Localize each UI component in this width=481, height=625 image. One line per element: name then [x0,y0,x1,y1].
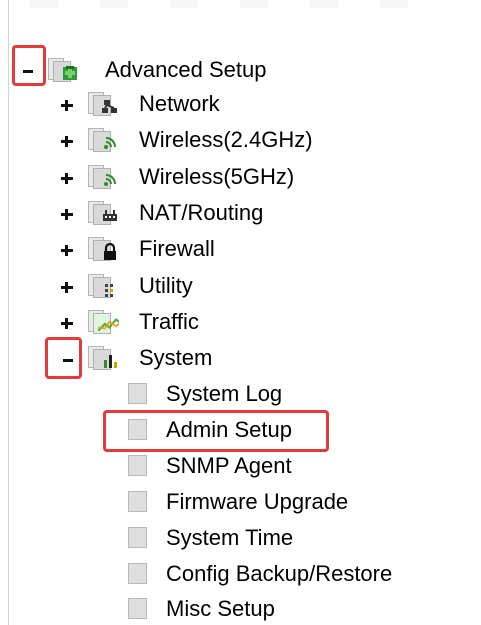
traffic-label: Traffic [139,309,199,334]
firewall-label: Firewall [139,236,215,261]
system-log-label: System Log [166,381,283,406]
expand-toggle-icon[interactable] [58,96,76,114]
snmp-agent-label: SNMP Agent [166,453,292,478]
tree-subitem-admin-setup[interactable]: Admin Setup [0,415,330,445]
folder-utility-icon [88,274,120,298]
expand-toggle-icon[interactable] [58,314,76,332]
tree-item-network[interactable]: Network [0,89,300,119]
folder-bar-chart-icon [88,346,120,370]
tree-item-wireless-5ghz[interactable]: Wireless(5GHz) [0,162,330,192]
tree-subitem-system-log[interactable]: System Log [0,379,320,409]
tree-subitem-firmware-upgrade[interactable]: Firmware Upgrade [0,487,390,517]
expand-toggle-icon[interactable] [58,278,76,296]
expand-toggle-icon[interactable] [58,205,76,223]
tree-root-advanced-setup[interactable]: Advanced Setup [0,55,330,85]
tree-item-nat-routing[interactable]: NAT/Routing [0,198,310,228]
utility-label: Utility [139,273,193,298]
expand-toggle-icon[interactable] [58,132,76,150]
wireless-24ghz-label: Wireless(2.4GHz) [139,127,313,152]
collapse-toggle-icon[interactable] [18,61,36,79]
page-icon [128,491,147,512]
page-icon [128,598,147,619]
wireless-5ghz-label: Wireless(5GHz) [139,164,295,189]
tree-item-traffic[interactable]: Traffic [0,307,290,337]
tree-subitem-config-backup-restore[interactable]: Config Backup/Restore [0,559,450,589]
expand-toggle-icon[interactable] [58,169,76,187]
tree-item-wireless-24ghz[interactable]: Wireless(2.4GHz) [0,125,340,155]
page-icon [128,563,147,584]
nat-routing-label: NAT/Routing [139,200,264,225]
tree-subitem-misc-setup[interactable]: Misc Setup [0,594,320,624]
expand-toggle-icon[interactable] [58,241,76,259]
admin-setup-label: Admin Setup [166,417,292,442]
folder-lock-icon [88,237,120,261]
system-label: System [139,345,213,370]
page-icon [128,383,147,404]
page-icon [128,455,147,476]
firmware-upgrade-label: Firmware Upgrade [166,489,349,514]
folder-router-icon [88,201,120,225]
config-backup-restore-label: Config Backup/Restore [166,561,393,586]
page-icon [128,527,147,548]
tree-item-system[interactable]: System [0,343,290,373]
top-faded-content [30,0,430,8]
network-label: Network [139,91,220,116]
folder-network-plus-icon [48,58,80,82]
tree-subitem-system-time[interactable]: System Time [0,523,330,553]
folder-chart-icon [88,310,120,334]
folder-network-icon [88,92,120,116]
misc-setup-label: Misc Setup [166,596,275,621]
folder-wireless-icon [88,128,120,152]
collapse-toggle-icon[interactable] [58,350,76,368]
folder-wireless-icon [88,165,120,189]
system-time-label: System Time [166,525,294,550]
tree-subitem-snmp-agent[interactable]: SNMP Agent [0,451,320,481]
tree-item-utility[interactable]: Utility [0,271,290,301]
page-icon [128,419,147,440]
tree-root-label: Advanced Setup [105,57,267,82]
tree-item-firewall[interactable]: Firewall [0,234,300,264]
